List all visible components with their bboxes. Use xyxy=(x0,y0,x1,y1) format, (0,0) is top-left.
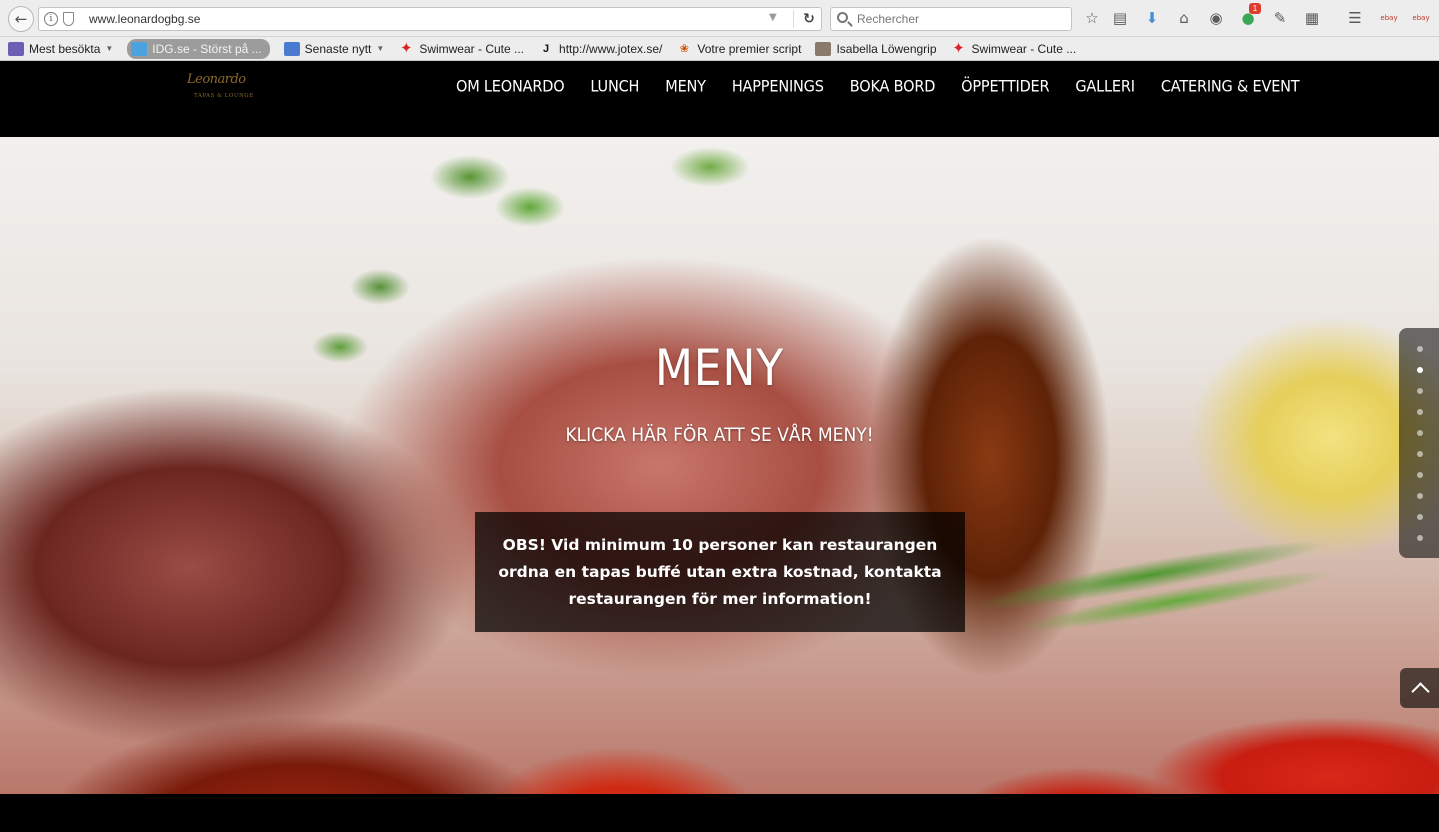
bookmark-label: Swimwear - Cute ... xyxy=(971,41,1077,56)
chevron-down-icon: ▼ xyxy=(105,44,114,53)
nav-meny[interactable]: MENY xyxy=(665,78,706,95)
bookmark-label: Swimwear - Cute ... xyxy=(419,41,525,56)
bookmark-idg[interactable]: IDG.se - Störst på ... xyxy=(127,38,270,59)
notice-text: OBS! Vid minimum 10 personer kan restaur… xyxy=(498,535,942,608)
bookmark-isabella[interactable]: Isabella Löwengrip xyxy=(815,39,937,59)
nav-happenings[interactable]: HAPPENINGS xyxy=(732,78,824,95)
hero-menu-link[interactable]: KLICKA HÄR FÖR ATT SE VÅR MENY! xyxy=(72,424,1367,446)
browser-toolbar: ← i www.leonardogbg.se ▼ ↻ ☆ ▤ ⬇ ⌂ ◉ ●1 … xyxy=(0,0,1439,37)
search-icon xyxy=(837,12,848,23)
bookmark-jotex[interactable]: J http://www.jotex.se/ xyxy=(538,39,662,59)
bookmark-script[interactable]: ❀ Votre premier script xyxy=(676,39,802,59)
bookmark-most-visited[interactable]: Mest besökta ▼ xyxy=(8,39,113,59)
bookmark-label: Mest besökta xyxy=(29,41,101,56)
bookmark-label: Senaste nytt xyxy=(304,41,372,56)
pocket-icon[interactable]: ◉ xyxy=(1207,9,1225,27)
footer-band xyxy=(0,794,1439,832)
notification-badge: 1 xyxy=(1249,3,1261,14)
slide-dot[interactable] xyxy=(1417,451,1423,457)
url-bar[interactable]: i www.leonardogbg.se ▼ ↻ xyxy=(38,7,822,31)
slide-dot[interactable] xyxy=(1417,367,1423,373)
site-logo[interactable]: Leonardo TAPAS & LOUNGE xyxy=(187,72,254,106)
bookmarks-bar: Mest besökta ▼ IDG.se - Störst på ... Se… xyxy=(0,37,1439,61)
home-icon[interactable]: ⌂ xyxy=(1175,9,1193,27)
url-dropdown-icon[interactable]: ▼ xyxy=(769,12,777,23)
rss-icon xyxy=(283,41,300,56)
star-red-icon: ✦ xyxy=(952,39,965,57)
scroll-to-top-button[interactable] xyxy=(1400,668,1439,708)
person-icon xyxy=(815,41,832,56)
bookmark-swimwear[interactable]: ✦ Swimwear - Cute ... xyxy=(398,39,524,59)
idg-icon xyxy=(131,41,148,56)
logo-subtitle: TAPAS & LOUNGE xyxy=(194,93,254,99)
script-icon: ❀ xyxy=(679,42,690,55)
url-text[interactable]: www.leonardogbg.se xyxy=(89,12,200,26)
bookmark-label: Votre premier script xyxy=(697,41,802,56)
slide-dot[interactable] xyxy=(1417,409,1423,415)
main-nav: OM LEONARDO LUNCH MENY HAPPENINGS BOKA B… xyxy=(456,78,1300,95)
chevron-down-icon: ▼ xyxy=(376,44,385,53)
bookmark-swimwear-2[interactable]: ✦ Swimwear - Cute ... xyxy=(951,39,1077,59)
bookmark-label: Isabella Löwengrip xyxy=(836,41,937,56)
notice-box: OBS! Vid minimum 10 personer kan restaur… xyxy=(475,512,965,632)
bookmark-latest-news[interactable]: Senaste nytt ▼ xyxy=(283,39,385,59)
nav-lunch[interactable]: LUNCH xyxy=(590,78,639,95)
eyedropper-icon[interactable]: ✎ xyxy=(1271,9,1289,27)
slide-dot[interactable] xyxy=(1417,535,1423,541)
slide-dot[interactable] xyxy=(1417,493,1423,499)
reader-list-icon[interactable]: ▤ xyxy=(1111,9,1129,27)
bookmark-label: IDG.se - Störst på ... xyxy=(152,41,262,56)
nav-om-leonardo[interactable]: OM LEONARDO xyxy=(456,78,565,95)
shield-icon[interactable] xyxy=(63,12,74,26)
slide-dot[interactable] xyxy=(1417,514,1423,520)
hero-section: MENY KLICKA HÄR FÖR ATT SE VÅR MENY! OBS… xyxy=(0,137,1439,794)
j-icon: J xyxy=(542,42,550,55)
folder-icon xyxy=(8,41,24,56)
back-icon[interactable]: ← xyxy=(8,6,34,32)
slide-dot[interactable] xyxy=(1417,346,1423,352)
hero-title: MENY xyxy=(654,339,785,397)
bookmark-label: http://www.jotex.se/ xyxy=(559,41,663,56)
nav-boka-bord[interactable]: BOKA BORD xyxy=(850,78,936,95)
slide-dot[interactable] xyxy=(1417,430,1423,436)
search-bar[interactable] xyxy=(830,7,1072,31)
url-divider xyxy=(793,10,794,28)
ebay-icon[interactable]: ebay xyxy=(1410,9,1432,27)
slide-dot[interactable] xyxy=(1417,388,1423,394)
site-header: Leonardo TAPAS & LOUNGE OM LEONARDO LUNC… xyxy=(0,62,1439,137)
nav-catering-event[interactable]: CATERING & EVENT xyxy=(1161,78,1300,95)
reload-icon[interactable]: ↻ xyxy=(799,10,819,28)
ebay-icon[interactable]: ebay xyxy=(1378,9,1400,27)
info-icon[interactable]: i xyxy=(44,12,58,26)
screen-icon[interactable]: ▦ xyxy=(1303,9,1321,27)
logo-script: Leonardo xyxy=(187,72,246,87)
search-input[interactable] xyxy=(857,11,1057,27)
nav-galleri[interactable]: GALLERI xyxy=(1075,78,1135,95)
menu-icon[interactable]: ☰ xyxy=(1346,9,1364,27)
star-red-icon: ✦ xyxy=(400,39,413,57)
extension-icon[interactable]: ● 1 xyxy=(1239,3,1261,27)
hero-background-image xyxy=(921,481,1359,693)
bookmark-star-icon[interactable]: ☆ xyxy=(1083,9,1101,27)
slide-dot-nav xyxy=(1399,328,1439,558)
slide-dot[interactable] xyxy=(1417,472,1423,478)
nav-oppettider[interactable]: ÖPPETTIDER xyxy=(961,78,1049,95)
download-icon[interactable]: ⬇ xyxy=(1143,9,1161,27)
